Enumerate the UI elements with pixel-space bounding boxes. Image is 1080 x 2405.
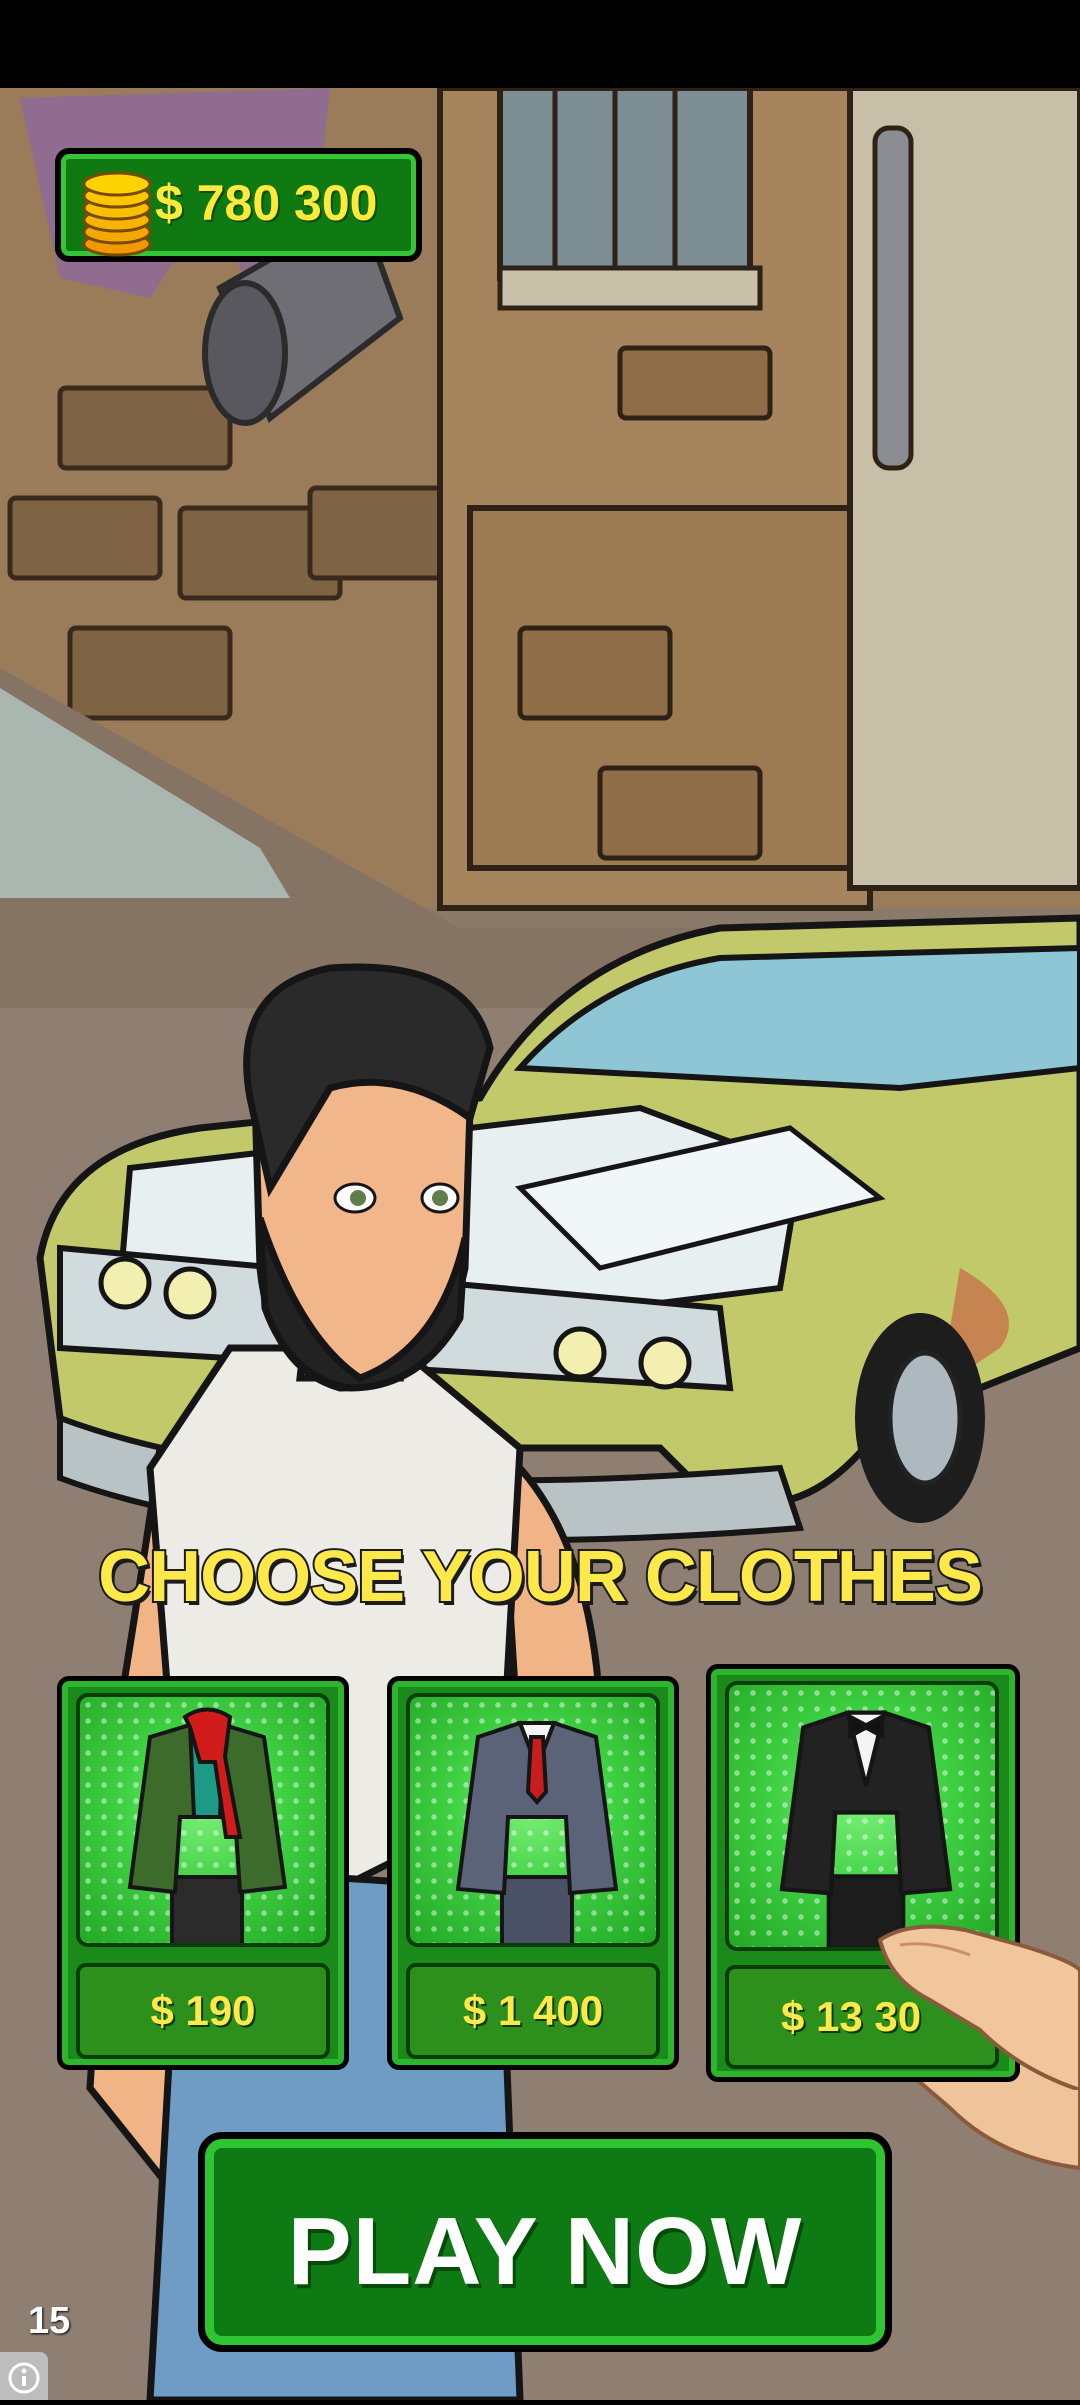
outfit-card-green-jacket[interactable]: $ 190 [57, 1676, 349, 2070]
info-icon[interactable] [0, 2352, 48, 2400]
outfit-price-box: $ 1 400 [406, 1963, 660, 2059]
outfit-preview [406, 1693, 660, 1947]
outfit-price-box: $ 190 [76, 1963, 330, 2059]
outfit-price: $ 1 400 [462, 1987, 604, 2034]
outfit-preview [76, 1693, 330, 1947]
green-jacket-icon [127, 1707, 288, 1943]
outfit-price: $ 190 [150, 1987, 256, 2034]
play-now-label: PLAY NOW [287, 2198, 803, 2305]
status-bar [0, 0, 1080, 88]
choose-clothes-title: CHOOSE YOUR CLOTHES [96, 1535, 985, 1619]
balance-amount: $ 780 300 [155, 175, 378, 231]
play-now-button[interactable]: PLAY NOW [198, 2132, 892, 2352]
ad-counter: 15 [28, 2300, 71, 2342]
outfit-card-grey-suit[interactable]: $ 1 400 [387, 1676, 679, 2070]
coin-stack-icon [82, 171, 152, 257]
tutorial-hand-pointer-icon [877, 1924, 1080, 2090]
grey-suit-icon [455, 1720, 619, 1943]
balance-counter: $ 780 300 [55, 148, 422, 262]
